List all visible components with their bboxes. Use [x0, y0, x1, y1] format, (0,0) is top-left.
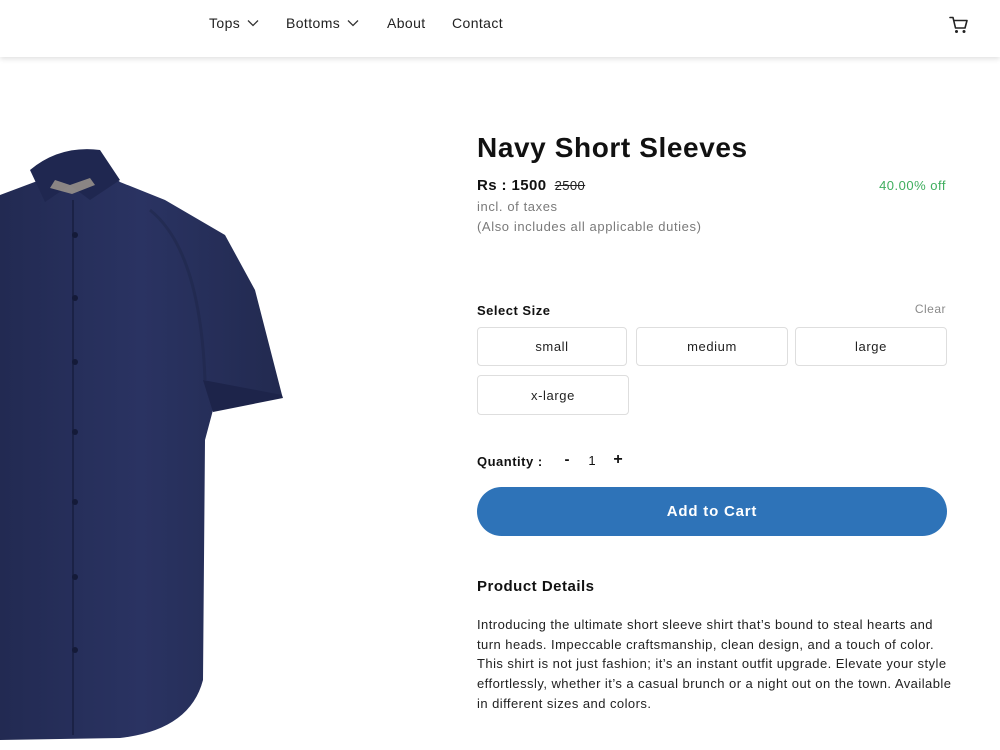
cart-icon[interactable] [949, 16, 969, 34]
size-option-small[interactable]: small [477, 327, 627, 366]
product-image [0, 149, 283, 740]
nav-item-bottoms[interactable]: Bottoms [286, 15, 359, 31]
nav-item-label: About [387, 15, 426, 31]
nav-item-label: Bottoms [286, 15, 341, 31]
quantity-value: 1 [588, 453, 596, 468]
quantity-decrement-button[interactable]: - [561, 451, 573, 468]
quantity-increment-button[interactable]: + [611, 451, 625, 469]
discount-badge: 40.00% off [879, 178, 946, 193]
product-details-heading: Product Details [477, 578, 595, 595]
duties-note: (Also includes all applicable duties) [477, 219, 702, 234]
size-label: Select Size [477, 303, 551, 318]
size-clear-link[interactable]: Clear [880, 302, 946, 316]
nav-item-label: Tops [209, 15, 241, 31]
price-original: 2500 [554, 178, 586, 193]
chevron-down-icon [247, 20, 259, 27]
site-header: Tops Bottoms About Contact [0, 0, 1000, 57]
nav-item-contact[interactable]: Contact [452, 15, 503, 31]
size-option-medium[interactable]: medium [636, 327, 788, 366]
price-row: Rs : 1500 2500 [477, 177, 585, 194]
product-title: Navy Short Sleeves [477, 132, 748, 163]
add-to-cart-button[interactable]: Add to Cart [477, 487, 947, 536]
nav-item-tops[interactable]: Tops [209, 15, 259, 31]
size-option-large[interactable]: large [795, 327, 947, 366]
size-option-x-large[interactable]: x-large [477, 375, 629, 415]
nav-item-about[interactable]: About [387, 15, 426, 31]
tax-note: incl. of taxes [477, 199, 558, 214]
price-current: Rs : 1500 [477, 177, 547, 194]
chevron-down-icon [347, 20, 359, 27]
quantity-label: Quantity : [477, 454, 543, 469]
nav-item-label: Contact [452, 15, 504, 31]
product-details-text: Introducing the ultimate short sleeve sh… [477, 617, 952, 711]
